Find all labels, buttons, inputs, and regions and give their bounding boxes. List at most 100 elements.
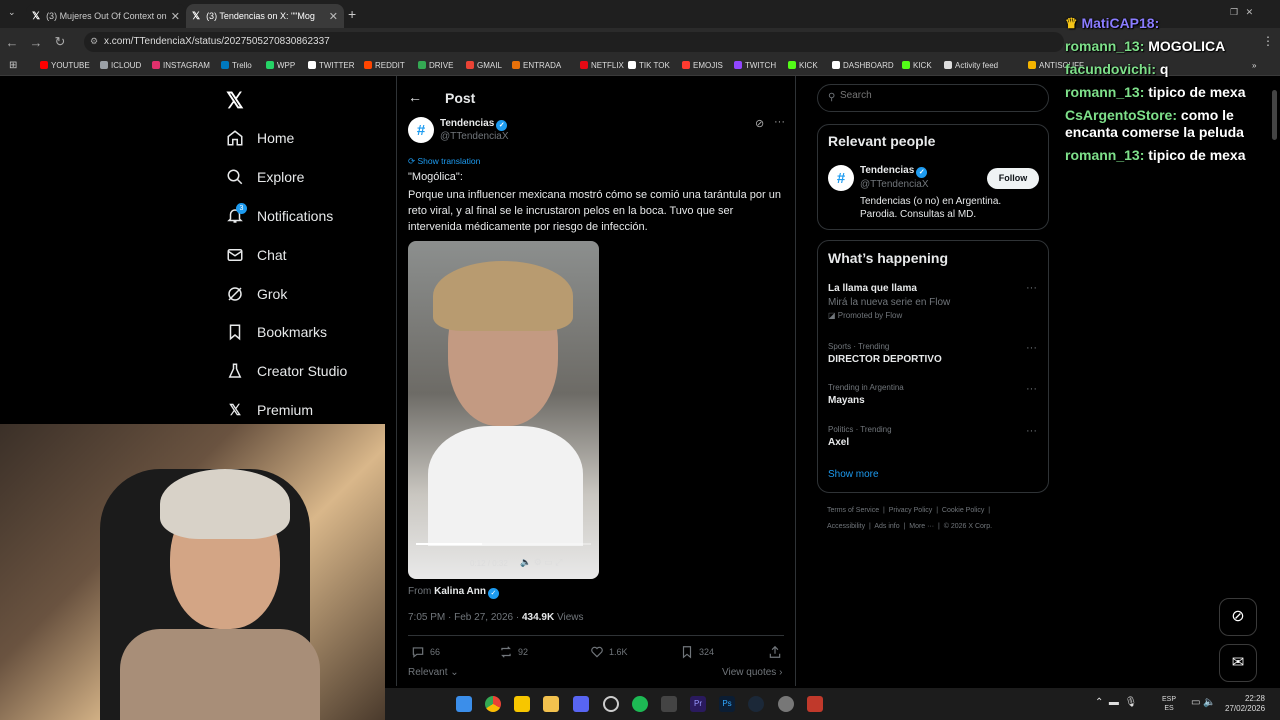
tab-search-icon[interactable]: ⌄ (8, 7, 16, 18)
person-name-row[interactable]: Tendencias ✓ (860, 165, 928, 178)
spotify-icon[interactable] (632, 696, 648, 712)
from-name[interactable]: Kalina Ann (434, 586, 486, 597)
bookmark-item[interactable]: INSTAGRAM (152, 61, 210, 70)
show-more-link[interactable]: Show more (828, 469, 879, 480)
more-options-icon[interactable]: ··· (774, 116, 785, 128)
obs-icon[interactable] (603, 696, 619, 712)
more-options-icon[interactable]: ··· (1026, 383, 1037, 395)
video-progress-track[interactable] (416, 543, 591, 545)
nav-home[interactable]: Home (226, 129, 294, 147)
x-logo-icon[interactable]: 𝕏 (226, 88, 244, 114)
nav-grok[interactable]: Grok (226, 285, 287, 303)
footer-link[interactable]: Cookie Policy (942, 507, 984, 514)
premiere-icon[interactable]: Pr (690, 696, 706, 712)
photoshop-icon[interactable]: Ps (719, 696, 735, 712)
tray-icons[interactable]: ⌃ ▬ 🎙 (1095, 697, 1137, 708)
language-indicator[interactable]: ESP ES (1162, 695, 1176, 713)
nav-bookmarks[interactable]: Bookmarks (226, 323, 327, 341)
steam-icon[interactable] (748, 696, 764, 712)
notes-icon[interactable] (514, 696, 530, 712)
clock[interactable]: 22:28 27/02/2026 (1225, 694, 1265, 714)
close-icon[interactable]: ✕ (171, 10, 180, 23)
bookmarks-overflow-icon[interactable]: » (1252, 61, 1256, 70)
author-name-row[interactable]: Tendencias ✓ (440, 118, 508, 131)
trend-item[interactable]: Trending in Argentina Mayans (828, 383, 904, 406)
discord-icon[interactable] (573, 696, 589, 712)
window-controls[interactable]: ❐ ✕ (1230, 7, 1253, 18)
nav-notifications[interactable]: 3 Notifications (226, 203, 333, 225)
bookmark-item[interactable]: ENTRADA (512, 61, 561, 70)
apps-icon[interactable]: ⊞ (9, 60, 17, 71)
site-info-icon[interactable]: ⚙ (90, 36, 98, 47)
bookmark-item[interactable]: TWITTER (308, 61, 355, 70)
view-quotes-link[interactable]: View quotes › (722, 667, 782, 678)
new-tab-button[interactable]: + (348, 6, 356, 22)
footer-link[interactable]: Accessibility (827, 523, 865, 530)
footer-link[interactable]: Terms of Service (827, 507, 879, 514)
bookmark-item[interactable]: Trello (221, 61, 252, 70)
scrollbar[interactable] (1272, 90, 1277, 140)
forward-icon[interactable]: → (24, 35, 48, 50)
windows-start-icon[interactable] (456, 696, 472, 712)
messages-float-button[interactable]: ✉ (1219, 644, 1257, 682)
bookmark-item[interactable]: NETFLIX (580, 61, 624, 70)
search-input[interactable] (840, 90, 1040, 101)
follow-button[interactable]: Follow (987, 168, 1039, 189)
app-icon[interactable] (661, 696, 677, 712)
menu-icon[interactable]: ⋮ (1262, 34, 1274, 48)
nav-chat[interactable]: Chat (226, 246, 287, 264)
grok-post-icon[interactable]: ⊘ (755, 117, 764, 130)
bookmark-button[interactable]: 324 (680, 645, 714, 659)
system-tray-icons[interactable]: ▭ 🔈 (1191, 697, 1216, 708)
video-controls-icons[interactable]: 🔈 ⚙ ▭ ⤢ (520, 557, 562, 568)
post-timestamp[interactable]: 7:05 PM · Feb 27, 2026 · (408, 612, 522, 623)
bookmark-item[interactable]: GMAIL (466, 61, 502, 70)
tab-tendencias[interactable]: 𝕏 (3) Tendencias on X: ""Mog ✕ (186, 4, 344, 28)
app-icon[interactable] (778, 696, 794, 712)
sort-dropdown[interactable]: Relevant ⌄ (408, 667, 459, 678)
footer-link[interactable]: Privacy Policy (889, 507, 933, 514)
bookmark-item[interactable]: YOUTUBE (40, 61, 90, 70)
search-box[interactable]: ⚲ (817, 84, 1049, 112)
trend-item[interactable]: Politics · Trending Axel (828, 425, 892, 448)
repost-button[interactable]: 92 (499, 645, 528, 659)
author-avatar[interactable]: # (408, 117, 434, 143)
bookmark-item[interactable]: Activity feed (944, 61, 998, 70)
nav-premium[interactable]: 𝕏 Premium (226, 401, 313, 419)
more-options-icon[interactable]: ··· (1026, 282, 1037, 294)
close-icon[interactable]: ✕ (329, 10, 338, 23)
more-options-icon[interactable]: ··· (1026, 425, 1037, 437)
nav-creator-studio[interactable]: Creator Studio (226, 362, 347, 380)
chrome-icon[interactable] (485, 696, 501, 712)
reload-icon[interactable]: ↻ (48, 34, 72, 50)
video-player[interactable]: 0:12 / 0:32 🔈 ⚙ ▭ ⤢ (408, 241, 599, 579)
bookmark-item[interactable]: KICK (902, 61, 932, 70)
back-arrow-icon[interactable]: ← (408, 89, 422, 105)
bookmark-item[interactable]: KICK (788, 61, 818, 70)
tab-mujeres[interactable]: 𝕏 (3) Mujeres Out Of Context on ✕ (26, 4, 186, 28)
grok-float-button[interactable]: ⊘ (1219, 598, 1257, 636)
bookmark-item[interactable]: TWITCH (734, 61, 776, 70)
show-translation-link[interactable]: ⟳ Show translation (408, 156, 480, 167)
footer-link[interactable]: More ··· (909, 523, 934, 530)
bookmark-item[interactable]: TIK TOK (628, 61, 670, 70)
bookmark-item[interactable]: WPP (266, 61, 295, 70)
trend-item-promoted[interactable]: La llama que llama Mirá la nueva serie e… (828, 283, 950, 320)
more-options-icon[interactable]: ··· (1026, 342, 1037, 354)
trend-item[interactable]: Sports · Trending DIRECTOR DEPORTIVO (828, 342, 942, 365)
like-button[interactable]: 1.6K (590, 645, 628, 659)
bookmark-item[interactable]: ICLOUD (100, 61, 141, 70)
bookmark-item[interactable]: DRIVE (418, 61, 453, 70)
bookmark-item[interactable]: DASHBOARD (832, 61, 894, 70)
bookmark-item[interactable]: REDDIT (364, 61, 405, 70)
back-icon[interactable]: ← (0, 35, 24, 50)
url-field[interactable]: ⚙ x.com/TTendenciaX/status/2027505270830… (84, 32, 1064, 52)
bookmark-item[interactable]: EMOJIS (682, 61, 723, 70)
share-button[interactable] (768, 645, 787, 659)
footer-link[interactable]: Ads info (874, 523, 899, 530)
folder-icon[interactable] (543, 696, 559, 712)
nav-explore[interactable]: Explore (226, 168, 304, 186)
app-icon[interactable] (807, 696, 823, 712)
person-avatar[interactable]: # (828, 165, 854, 191)
reply-button[interactable]: 66 (411, 645, 440, 659)
